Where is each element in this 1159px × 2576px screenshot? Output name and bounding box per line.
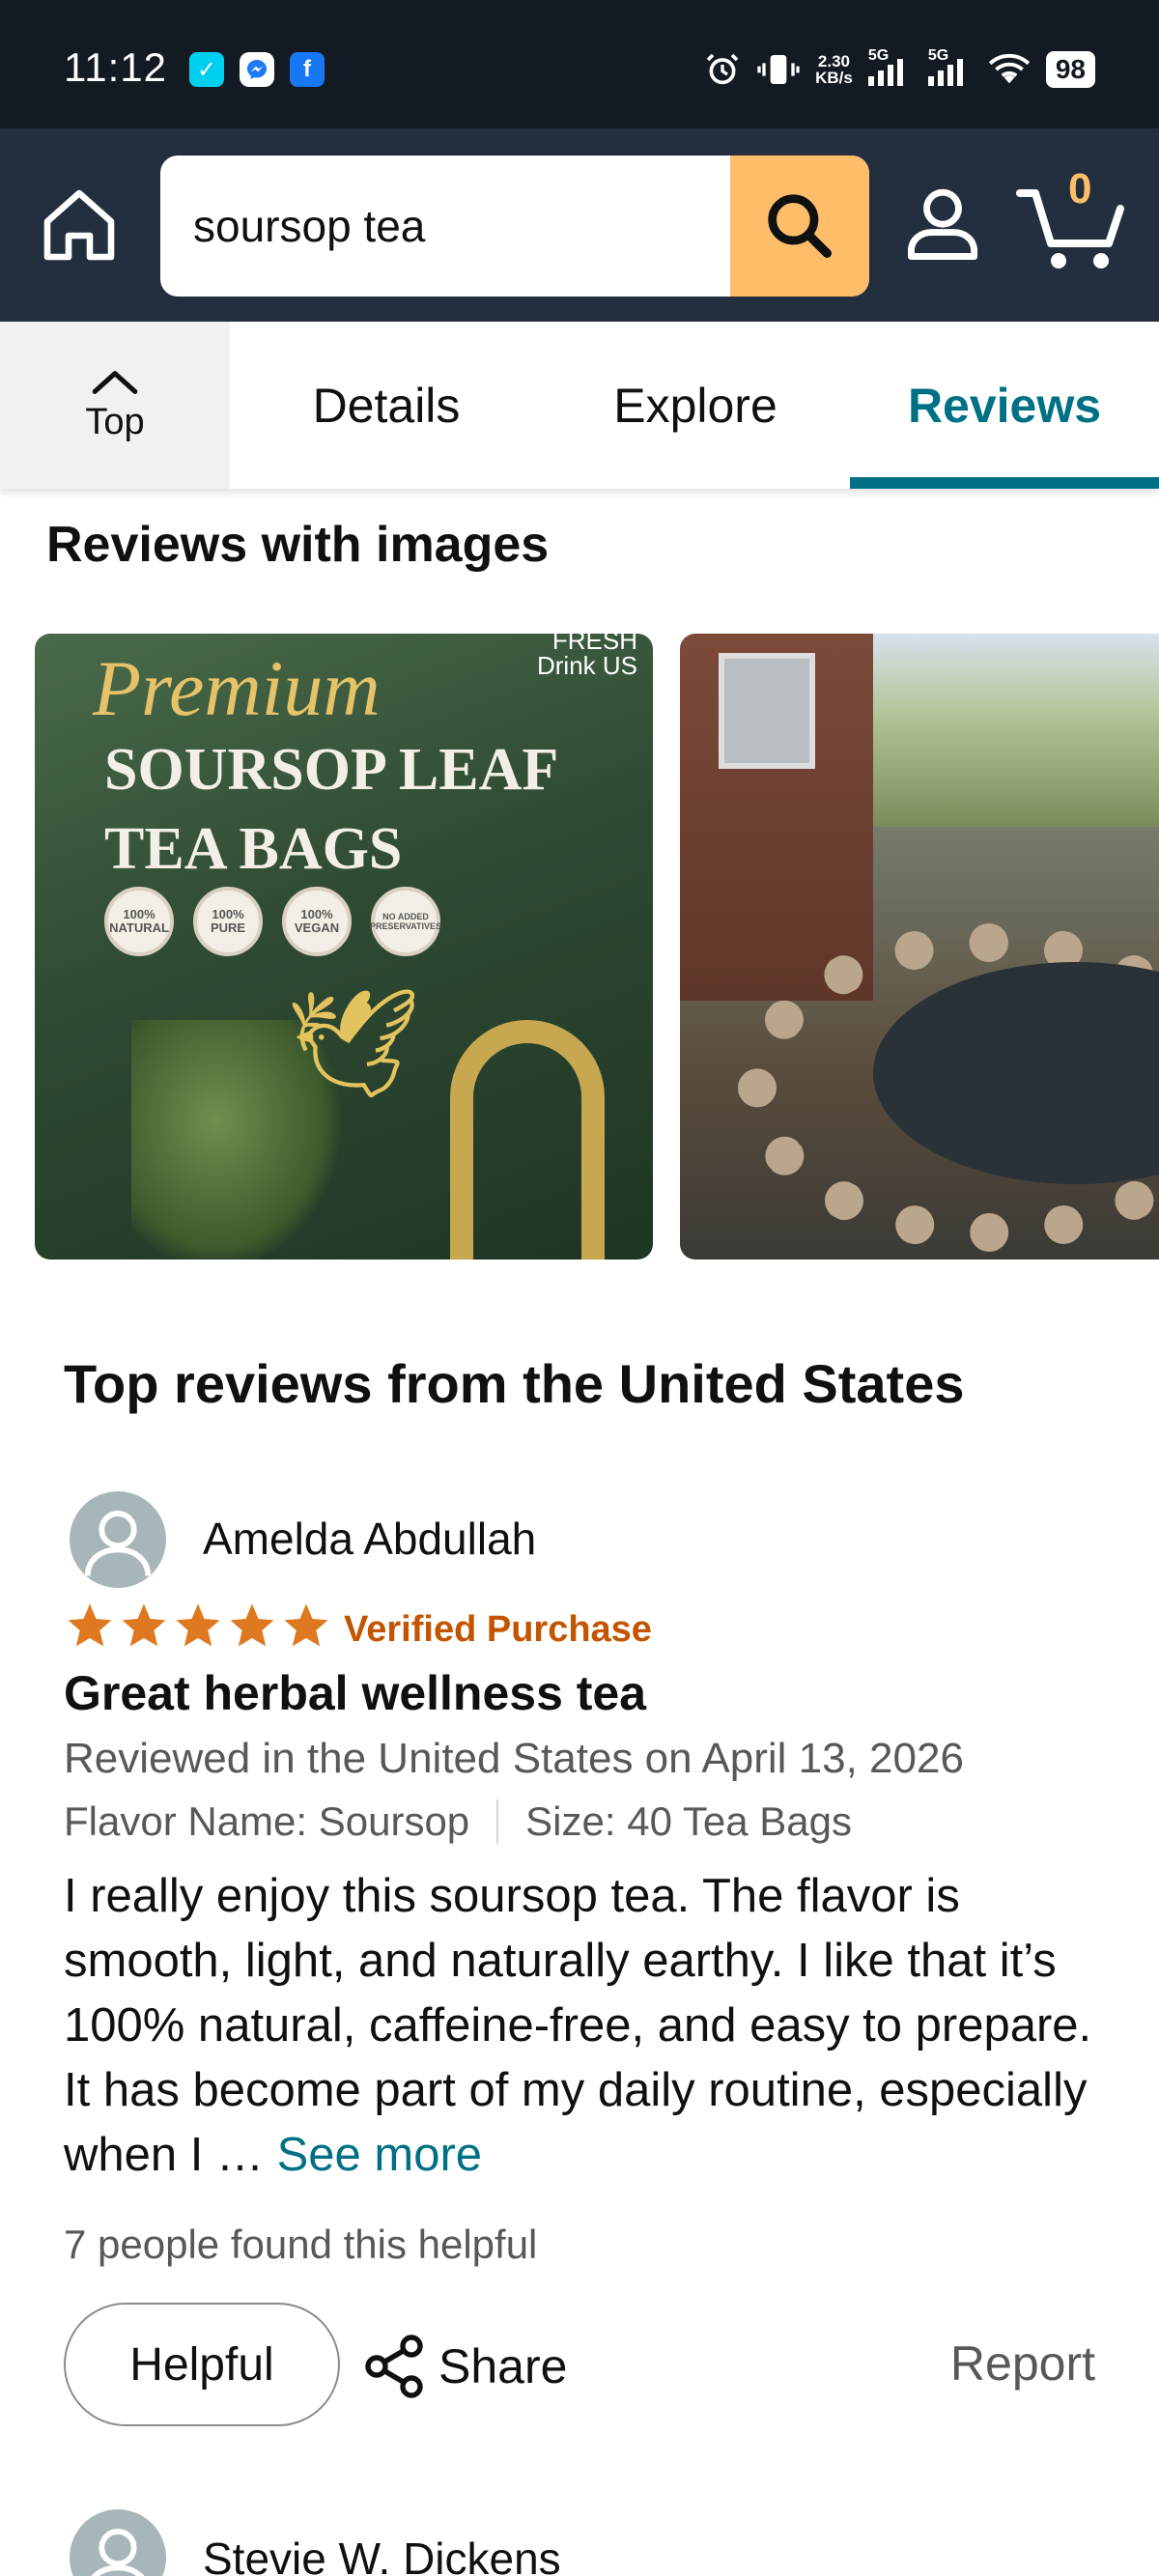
home-icon — [43, 189, 115, 261]
review-variant: Flavor Name: Soursop Size: 40 Tea Bags — [64, 1798, 852, 1845]
sim1-label: 5G — [867, 47, 890, 64]
cart-count: 0 — [1068, 165, 1092, 212]
variant-divider — [496, 1799, 499, 1844]
search-input[interactable] — [160, 156, 732, 297]
star-icon — [284, 1603, 328, 1647]
reviewer-name[interactable]: Amelda Abdullah — [203, 1513, 536, 1565]
package-premium: Premium — [93, 644, 381, 732]
user-avatar-icon — [84, 1511, 152, 1576]
wifi-icon — [988, 53, 1031, 84]
package-brand: FRESH Drink US — [537, 634, 637, 678]
search-box — [160, 156, 869, 297]
review-date: Reviewed in the United States on April 1… — [64, 1735, 964, 1782]
tab-top-label: Top — [85, 402, 145, 442]
dove-icon: 🕊 — [286, 984, 421, 1103]
product-tabs: Top Details Explore Reviews — [0, 322, 1159, 489]
review-size: Size: 40 Tea Bags — [525, 1798, 852, 1844]
brick-house — [680, 634, 873, 1001]
badge: 100% NATURAL — [104, 887, 174, 956]
badge: 100% PURE — [193, 887, 263, 956]
helpful-count: 7 people found this helpful — [64, 2222, 538, 2267]
star-icon — [68, 1603, 112, 1647]
package-badges: 100% NATURAL 100% PURE 100% VEGAN NO ADD… — [104, 887, 441, 956]
share-label: Share — [438, 2339, 568, 2393]
see-more-link[interactable]: See more — [277, 2129, 482, 2181]
account-button[interactable] — [898, 179, 987, 268]
star-icon — [230, 1603, 274, 1647]
net-speed-value: 2.30 — [817, 52, 851, 71]
star-icon — [122, 1603, 166, 1647]
review-flavor: Flavor Name: Soursop — [64, 1798, 470, 1844]
verified-purchase-badge: Verified Purchase — [344, 1609, 652, 1650]
cart-button[interactable]: 0 — [1016, 165, 1132, 277]
vibrate-icon — [757, 55, 800, 84]
trees — [873, 634, 1159, 827]
star-icon — [176, 1603, 220, 1647]
house-window — [719, 653, 815, 769]
review-image-backyard-pond[interactable] — [680, 634, 1159, 1260]
notification-check-icon: ✓ — [189, 52, 224, 87]
status-time: 11:12 — [64, 44, 167, 90]
report-link[interactable]: Report — [950, 2335, 1095, 2392]
user-icon — [907, 188, 978, 260]
signal-icon: 5G — [927, 47, 973, 86]
tab-top[interactable]: Top — [0, 322, 230, 489]
messenger-icon — [240, 52, 274, 87]
search-icon — [768, 194, 832, 259]
share-icon — [365, 2335, 423, 2398]
helpful-button[interactable]: Helpful — [64, 2303, 340, 2426]
network-speed: 2.30 KB/s — [815, 53, 853, 86]
review-title: Great herbal wellness tea — [64, 1666, 647, 1720]
review-body: I really enjoy this soursop tea. The fla… — [64, 1864, 1107, 2188]
share-button[interactable]: Share — [359, 2326, 567, 2407]
net-speed-unit: KB/s — [815, 69, 853, 87]
status-indicators: 2.30 KB/s 5G 5G 98 — [703, 47, 1095, 91]
reviews-with-images-title: Reviews with images — [46, 517, 550, 573]
brand-line-2: Drink US — [536, 651, 637, 680]
battery-level: 98 — [1045, 51, 1095, 88]
star-rating — [64, 1599, 332, 1652]
review-images-carousel[interactable]: FRESH Drink US Premium SOURSOP LEAF TEA … — [35, 634, 1159, 1260]
review-image-product-package[interactable]: FRESH Drink US Premium SOURSOP LEAF TEA … — [35, 634, 653, 1260]
avatar — [70, 2509, 166, 2576]
top-reviews-title: Top reviews from the United States — [64, 1353, 965, 1414]
header: 0 — [0, 128, 1159, 322]
ribbon-illustration — [450, 1020, 605, 1260]
user-avatar-icon — [91, 2529, 145, 2576]
brand-line-1: FRESH — [551, 634, 637, 655]
active-tab-indicator — [850, 477, 1159, 489]
avatar — [70, 1491, 166, 1588]
status-bar: 11:12 ✓ f 2.30 KB/s 5G 5G 98 — [0, 0, 1159, 128]
facebook-icon: f — [290, 52, 325, 87]
tab-details[interactable]: Details — [251, 322, 522, 489]
sim2-label: 5G — [927, 47, 949, 64]
package-title-line-2: TEA BAGS — [104, 816, 403, 882]
package-title: SOURSOP LEAF TEA BAGS — [104, 730, 558, 889]
search-button[interactable] — [730, 156, 869, 297]
package-title-line-1: SOURSOP LEAF — [104, 737, 559, 803]
reviewer-name[interactable]: Stevie W. Dickens — [203, 2533, 561, 2576]
review-text: I really enjoy this soursop tea. The fla… — [64, 1870, 1092, 2181]
badge: NO ADDED PRESERVATIVES — [370, 887, 441, 956]
home-button[interactable] — [37, 183, 122, 268]
tab-reviews[interactable]: Reviews — [850, 322, 1159, 489]
alarm-icon — [706, 53, 739, 85]
chevron-up-icon — [92, 371, 138, 394]
tab-explore[interactable]: Explore — [570, 322, 821, 489]
signal-icon: 5G — [867, 47, 913, 86]
badge: 100% VEGAN — [282, 887, 352, 956]
